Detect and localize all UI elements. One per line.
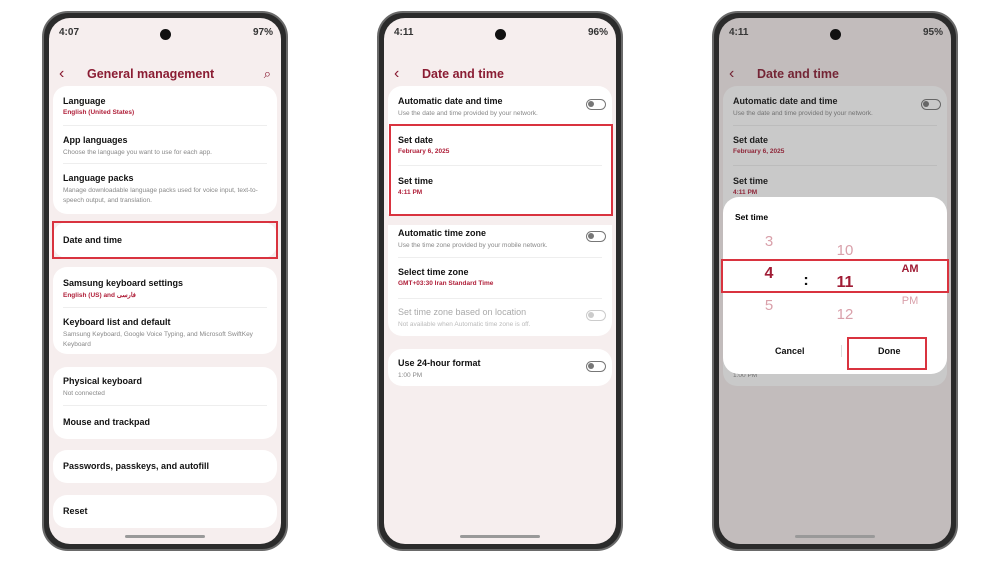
home-bar[interactable] [460,535,540,538]
list-item-mouse-trackpad[interactable]: Mouse and trackpad [63,417,267,427]
item-subtitle: English (United States) [63,109,135,116]
list-item-physical-keyboard[interactable]: Physical keyboard Not connected [63,376,267,399]
list-item-select-time-zone[interactable]: Select time zone GMT+03:30 Iran Standard … [398,267,602,287]
card: Language English (United States) App lang… [53,86,277,214]
screen: 4:11 95% ‹ Date and time Automatic date an… [719,18,951,544]
minute-option[interactable]: 12 [830,306,860,323]
camera [830,29,841,40]
item-subtitle: Samsung Keyboard, Google Voice Typing, a… [63,331,253,348]
item-title: Use 24-hour format [398,358,481,368]
status-time: 4:11 [394,27,414,38]
search-icon[interactable]: ⌕ [264,66,271,82]
minute-option[interactable]: 10 [830,242,860,259]
item-subtitle: Choose the language you want to use for … [63,149,212,156]
item-title: Passwords, passkeys, and autofill [63,461,210,471]
back-icon[interactable]: ‹ [59,65,87,83]
cancel-button[interactable]: Cancel [775,346,805,356]
highlight-box [52,221,278,259]
card: Use 24-hour format 1:00 PM [388,349,612,386]
page-title: General management [87,67,215,81]
card: Physical keyboard Not connected Mouse and… [53,367,277,439]
item-subtitle: Manage downloadable language packs used … [63,187,258,204]
item-title: Mouse and trackpad [63,417,151,427]
list-item-reset[interactable]: Reset [63,506,267,516]
item-subtitle: Not connected [63,390,105,397]
back-icon[interactable]: ‹ [394,65,422,83]
auto-date-time-toggle[interactable] [586,99,606,110]
item-title: Set time zone based on location [398,307,527,317]
phone-date-and-time: 4:11 96% ‹ Date and time Automatic date an… [377,11,623,551]
24-hour-toggle[interactable] [586,361,606,372]
item-subtitle: English (US) and فارسی [63,292,136,299]
screen: 4:11 96% ‹ Date and time Automatic date an… [384,18,616,544]
card: Samsung keyboard settings English (US) an… [53,267,277,354]
list-item-auto-date-time[interactable]: Automatic date and time Use the date and … [398,96,602,119]
home-bar[interactable] [125,535,205,538]
done-highlight-box [847,337,927,370]
hour-option[interactable]: 5 [754,297,784,314]
list-item-samsung-keyboard[interactable]: Samsung keyboard settings English (US) an… [63,278,267,299]
item-title: App languages [63,135,128,145]
item-subtitle: Use the time zone provided by your mobil… [398,242,548,249]
card: Reset [53,495,277,528]
list-item-auto-time-zone[interactable]: Automatic time zone Use the time zone pro… [398,228,602,251]
item-title: Language [63,96,106,106]
item-subtitle: GMT+03:30 Iran Standard Time [398,280,494,287]
item-title: Reset [63,506,88,516]
hour-option[interactable]: 3 [754,233,784,250]
item-subtitle: 1:00 PM [398,372,423,379]
camera [160,29,171,40]
phone-set-time-dialog: 4:11 95% ‹ Date and time Automatic date an… [712,11,958,551]
status-time: 4:07 [59,27,80,38]
item-title: Automatic date and time [398,96,503,106]
card: Passwords, passkeys, and autofill [53,450,277,483]
time-zone-location-toggle [586,310,606,321]
item-subtitle: Not available when Automatic time zone i… [398,321,531,328]
item-title: Keyboard list and default [63,317,171,327]
item-title: Select time zone [398,267,469,277]
item-title: Samsung keyboard settings [63,278,184,288]
dialog-title: Set time [735,212,769,222]
list-item-time-zone-location: Set time zone based on location Not avail… [398,307,602,330]
list-item-app-languages[interactable]: App languages Choose the language you wan… [63,135,267,158]
list-item-keyboard-list[interactable]: Keyboard list and default Samsung Keyboar… [63,317,267,350]
camera [495,29,506,40]
item-title: Automatic time zone [398,228,487,238]
screen: 4:07 97% ‹ General management ⌕ Language Eng… [49,18,281,544]
auto-time-zone-toggle[interactable] [586,231,606,242]
list-item-passwords[interactable]: Passwords, passkeys, and autofill [63,461,267,471]
item-subtitle: Use the date and time provided by your n… [398,110,538,117]
list-item-24-hour[interactable]: Use 24-hour format 1:00 PM [398,358,602,381]
pm-option[interactable]: PM [895,295,925,307]
list-item-language-packs[interactable]: Language packs Manage downloadable langua… [63,173,267,206]
battery-level: 96% [587,27,608,38]
page-title: Date and time [422,67,504,81]
item-title: Language packs [63,173,134,183]
item-title: Physical keyboard [63,376,143,386]
highlight-box [389,124,613,216]
phone-general-management: 4:07 97% ‹ General management ⌕ Language Eng… [42,11,288,551]
battery-level: 97% [252,27,273,38]
set-time-dialog: Set time 3 4 5 : 10 11 12 AM PM Cancel D… [721,197,949,374]
picker-highlight-box [721,259,949,293]
home-bar[interactable] [795,535,875,538]
list-item-language[interactable]: Language English (United States) [63,96,267,116]
